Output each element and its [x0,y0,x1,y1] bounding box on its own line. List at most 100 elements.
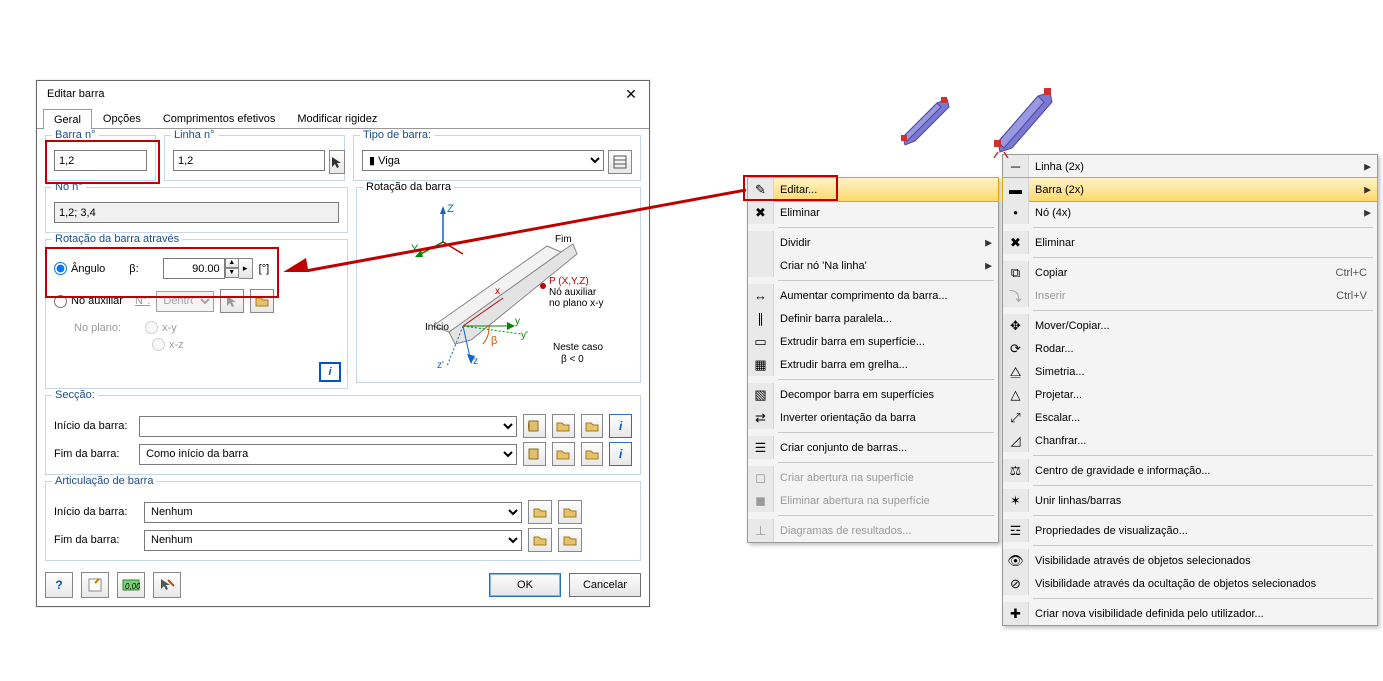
units-button[interactable]: 0,00 [117,572,145,598]
context-menu-item[interactable]: ☲Propriedades de visualização... [1003,519,1377,542]
context-menu-label: Criar nova visibilidade definida pelo ut… [1035,608,1264,620]
context-menu-item[interactable]: ✥Mover/Copiar... [1003,314,1377,337]
cancel-button[interactable]: Cancelar [569,573,641,597]
chevron-right-icon: ▶ [985,237,992,248]
context-menu-item[interactable]: Dividir▶ [748,231,998,254]
seccao-fim-edit-button[interactable] [581,442,604,466]
context-menu-item[interactable]: ─Linha (2x)▶ [1003,155,1377,178]
context-menu-icon: ↔ [748,284,774,307]
spin-menu-icon[interactable]: ▸ [239,258,253,279]
ok-button[interactable]: OK [489,573,561,597]
beta-input[interactable] [163,258,225,279]
context-menu-item[interactable]: ⧋Simetria... [1003,360,1377,383]
context-menu-item[interactable]: ▦Extrudir barra em grelha... [748,353,998,376]
context-menu-item[interactable]: ⇄Inverter orientação da barra [748,406,998,429]
context-menu-icon: ⤵ [1003,284,1029,307]
rotacao-label: Rotação da barra através [52,233,182,245]
cursor-beam-icon [159,577,175,593]
context-menu-item[interactable]: ✚Criar nova visibilidade definida pelo u… [1003,602,1377,625]
context-menu-label: Nó (4x) [1035,207,1071,219]
context-menu-item[interactable]: ⊘Visibilidade através da ocultação de ob… [1003,572,1377,595]
pick-line-button[interactable] [329,150,345,174]
context-menu-item[interactable]: ✶Unir linhas/barras [1003,489,1377,512]
svg-text:Nó auxiliar: Nó auxiliar [549,287,597,298]
context-menu-icon: ⊘ [1003,572,1029,595]
tab-comprimentos[interactable]: Comprimentos efetivos [152,108,287,128]
artic-fim-edit-button[interactable] [558,528,582,552]
seccao-inicio-lib-button[interactable] [523,414,546,438]
artic-inicio-edit-button[interactable] [558,500,582,524]
context-menu-icon: ✎ [748,178,774,201]
barra-no-input[interactable] [54,150,147,171]
context-menu-barra: ✎Editar...✖Eliminar Dividir▶Criar nó 'Na … [747,177,999,543]
context-menu-icon: ⊥ [748,519,774,542]
context-menu-item[interactable]: ↔Aumentar comprimento da barra... [748,284,998,307]
folder-new-icon [556,419,570,433]
context-menu-item[interactable]: ◿Chanfrar... [1003,429,1377,452]
context-menu-item[interactable]: ⧉CopiarCtrl+C [1003,261,1377,284]
context-menu-item[interactable]: ▭Extrudir barra em superfície... [748,330,998,353]
context-menu-item[interactable]: ▬Barra (2x)▶ [1002,177,1378,202]
beta-spinner[interactable]: ▲ ▼ ▸ [163,258,253,279]
context-menu-item[interactable]: ∥Definir barra paralela... [748,307,998,330]
context-menu-item[interactable]: ⤢Escalar... [1003,406,1377,429]
seccao-inicio-info-button[interactable]: i [609,414,632,438]
context-menu-item[interactable]: Criar nó 'Na linha'▶ [748,254,998,277]
radio-no-auxiliar[interactable]: Nó auxiliar [54,295,123,308]
artic-fim-new-button[interactable] [528,528,552,552]
linha-no-input[interactable] [173,150,325,171]
no-aux-pick-button[interactable] [220,289,244,313]
seccao-fim-new-button[interactable] [552,442,575,466]
spin-down-icon[interactable]: ▼ [225,268,239,278]
tipo-barra-edit-button[interactable] [608,150,632,174]
pick-button[interactable] [153,572,181,598]
context-menu-icon: ⇄ [748,406,774,429]
seccao-inicio-new-button[interactable] [552,414,575,438]
tab-geral[interactable]: Geral [43,109,92,129]
context-menu-item[interactable]: ⚖Centro de gravidade e informação... [1003,459,1377,482]
plano-xy-label: x-y [162,322,177,334]
seccao-fim-info-button[interactable]: i [609,442,632,466]
group-barra-no: Barra n° [45,135,156,181]
artic-inicio-select[interactable]: Nenhum [144,502,522,523]
tab-modificar-rigidez[interactable]: Modificar rigidez [286,108,388,128]
context-menu-label: Propriedades de visualização... [1035,525,1188,537]
context-menu-item[interactable]: 👁Visibilidade através de objetos selecio… [1003,549,1377,572]
seccao-inicio-edit-button[interactable] [581,414,604,438]
book-icon [527,447,541,461]
no-no-label: Nó n° [52,181,86,193]
context-menu-item[interactable]: ☰Criar conjunto de barras... [748,436,998,459]
context-menu-label: Unir linhas/barras [1035,495,1121,507]
artic-fim-select[interactable]: Nenhum [144,530,522,551]
context-menu-icon: ◿ [1003,429,1029,452]
cursor-icon [330,155,344,169]
context-menu-item[interactable]: ⟳Rodar... [1003,337,1377,360]
context-menu-label: Extrudir barra em superfície... [780,336,925,348]
context-menu-item[interactable]: •Nó (4x)▶ [1003,201,1377,224]
seccao-inicio-select[interactable] [139,416,517,437]
context-menu-item[interactable]: ✖Eliminar [1003,231,1377,254]
seccao-fim-select[interactable]: Como início da barra [139,444,517,465]
seccao-fim-lib-button[interactable] [523,442,546,466]
artic-inicio-new-button[interactable] [528,500,552,524]
context-menu-item[interactable]: ▧Decompor barra em superfícies [748,383,998,406]
help-button[interactable]: ? [45,572,73,598]
folder-new-icon [533,505,547,519]
tipo-barra-select[interactable]: ▮ Viga [362,150,604,171]
context-menu-item[interactable]: △Projetar... [1003,383,1377,406]
context-menu-icon: ▧ [748,383,774,406]
close-icon[interactable]: ✕ [619,85,643,103]
context-menu-item[interactable]: ✖Eliminar [748,201,998,224]
context-menu-icon: ⧋ [1003,360,1029,383]
info-icon[interactable]: i [319,362,341,382]
no-aux-new-button[interactable] [250,289,274,313]
no-no-input [54,202,339,223]
context-menu-item[interactable]: ✎Editar... [747,177,999,202]
note-button[interactable] [81,572,109,598]
tab-opcoes[interactable]: Opções [92,108,152,128]
group-linha-no: Linha n° [164,135,345,181]
svg-text:z: z [473,356,478,367]
spin-up-icon[interactable]: ▲ [225,258,239,268]
rot-preview-label: Rotação da barra [363,181,454,193]
radio-angulo[interactable]: Ângulo [54,262,105,275]
